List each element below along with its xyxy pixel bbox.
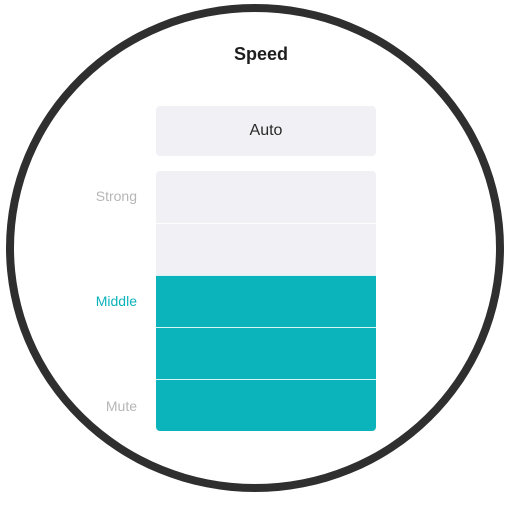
level-label-strong: Strong: [95, 188, 137, 204]
speed-segment-4[interactable]: [156, 223, 376, 275]
segment-divider: [156, 379, 376, 380]
device-frame: Speed Auto Strong Middle Mute: [0, 0, 522, 508]
segment-divider: [156, 327, 376, 328]
level-label-mute: Mute: [105, 398, 137, 414]
segment-divider: [156, 275, 376, 276]
level-label-middle: Middle: [95, 293, 137, 309]
speed-segment-1[interactable]: [156, 379, 376, 431]
speed-segment-5[interactable]: [156, 171, 376, 223]
speed-segment-3[interactable]: [156, 275, 376, 327]
speed-segment-2[interactable]: [156, 327, 376, 379]
auto-speed-button[interactable]: Auto: [156, 106, 376, 156]
speed-level-slider[interactable]: [156, 171, 376, 431]
page-title: Speed: [233, 44, 289, 64]
segment-divider: [156, 223, 376, 224]
